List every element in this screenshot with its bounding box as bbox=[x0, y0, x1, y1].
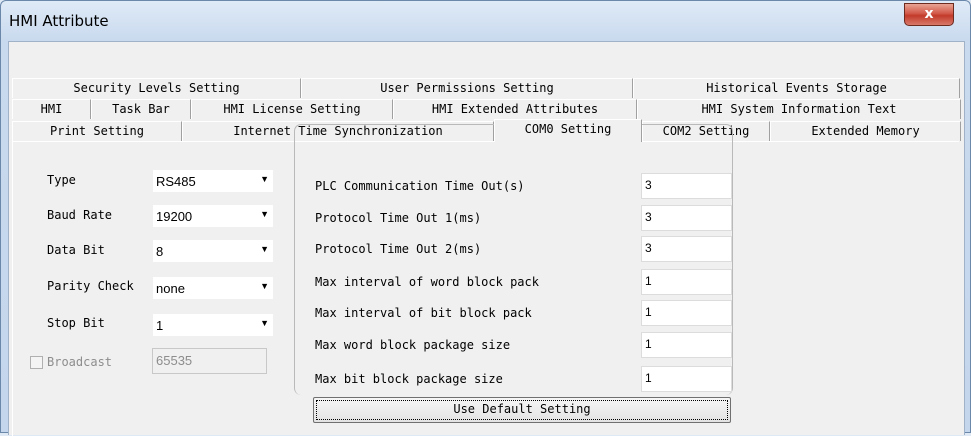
bit-block-size-input[interactable]: 1 bbox=[641, 366, 732, 392]
timeout-row-label: Max interval of word block pack bbox=[315, 275, 539, 289]
input-value: 3 bbox=[645, 210, 652, 224]
timeout-row-label: PLC Communication Time Out(s) bbox=[315, 179, 525, 193]
input-value: 1 bbox=[645, 274, 652, 288]
word-block-interval-input[interactable]: 1 bbox=[641, 269, 732, 295]
chevron-down-icon: ▼ bbox=[260, 209, 269, 219]
word-block-size-input[interactable]: 1 bbox=[641, 332, 732, 358]
timeout-row-label: Max word block package size bbox=[315, 338, 511, 352]
close-icon: x bbox=[924, 6, 934, 22]
title-bar[interactable]: HMI Attribute x bbox=[1, 1, 970, 41]
protocol-timeout-2-input[interactable]: 3 bbox=[641, 236, 732, 262]
timeout-row-label: Protocol Time Out 1(ms) bbox=[315, 211, 482, 225]
chevron-down-icon: ▼ bbox=[260, 318, 269, 328]
tab-user-permissions-setting[interactable]: User Permissions Setting bbox=[301, 78, 633, 98]
input-value: 3 bbox=[645, 178, 652, 192]
tab-extended-memory[interactable]: Extended Memory bbox=[770, 121, 961, 141]
use-default-setting-label: Use Default Setting bbox=[453, 402, 591, 416]
tab-hmi-license-setting[interactable]: HMI License Setting bbox=[191, 99, 393, 119]
plc-comm-timeout-input[interactable]: 3 bbox=[641, 173, 732, 199]
input-value: 1 bbox=[645, 337, 652, 351]
timeout-row-label: Protocol Time Out 2(ms) bbox=[315, 242, 482, 256]
broadcast-checkbox[interactable] bbox=[30, 356, 43, 369]
type-select[interactable]: RS485 ▼ bbox=[152, 169, 274, 193]
close-button[interactable]: x bbox=[904, 3, 954, 26]
tab-com0-setting[interactable]: COM0 Setting bbox=[494, 119, 642, 142]
window-title: HMI Attribute bbox=[9, 12, 109, 30]
dialog-window: HMI Attribute x Security Levels Setting … bbox=[0, 0, 971, 436]
bit-block-interval-input[interactable]: 1 bbox=[641, 300, 732, 326]
stop-bit-select-value: 1 bbox=[156, 318, 164, 333]
broadcast-address-field: 65535 bbox=[152, 348, 267, 374]
data-bit-select-value: 8 bbox=[156, 244, 164, 259]
baud-rate-select[interactable]: 19200 ▼ bbox=[152, 204, 274, 228]
tab-hmi-extended-attributes[interactable]: HMI Extended Attributes bbox=[393, 99, 637, 119]
tab-hmi[interactable]: HMI bbox=[12, 99, 91, 119]
stop-bit-select[interactable]: 1 ▼ bbox=[152, 313, 274, 337]
broadcast-address-value: 65535 bbox=[156, 353, 193, 368]
data-bit-label: Data Bit bbox=[47, 243, 105, 257]
type-select-value: RS485 bbox=[156, 174, 196, 189]
tab-security-levels-setting[interactable]: Security Levels Setting bbox=[12, 78, 301, 98]
data-bit-select[interactable]: 8 ▼ bbox=[152, 239, 274, 263]
tab-historical-events-storage[interactable]: Historical Events Storage bbox=[633, 78, 960, 98]
chevron-down-icon: ▼ bbox=[260, 174, 269, 184]
chevron-down-icon: ▼ bbox=[260, 281, 269, 291]
tab-print-setting[interactable]: Print Setting bbox=[12, 121, 182, 141]
tab-hmi-system-information-text[interactable]: HMI System Information Text bbox=[637, 99, 961, 119]
use-default-setting-button[interactable]: Use Default Setting bbox=[313, 397, 731, 423]
protocol-timeout-1-input[interactable]: 3 bbox=[641, 205, 732, 231]
type-label: Type bbox=[47, 173, 76, 187]
parity-check-label: Parity Check bbox=[47, 279, 134, 293]
timeout-row-label: Max bit block package size bbox=[315, 372, 503, 386]
parity-check-select-value: none bbox=[156, 281, 185, 296]
chevron-down-icon: ▼ bbox=[260, 244, 269, 254]
baud-rate-select-value: 19200 bbox=[156, 209, 193, 224]
parity-check-select[interactable]: none ▼ bbox=[152, 276, 274, 300]
baud-rate-label: Baud Rate bbox=[47, 208, 113, 222]
input-value: 1 bbox=[645, 371, 652, 385]
input-value: 3 bbox=[645, 241, 652, 255]
timeout-row-label: Max interval of bit block pack bbox=[315, 306, 532, 320]
stop-bit-label: Stop Bit bbox=[47, 316, 105, 330]
input-value: 1 bbox=[645, 305, 652, 319]
tab-task-bar[interactable]: Task Bar bbox=[91, 99, 191, 119]
broadcast-label: Broadcast bbox=[47, 355, 113, 369]
